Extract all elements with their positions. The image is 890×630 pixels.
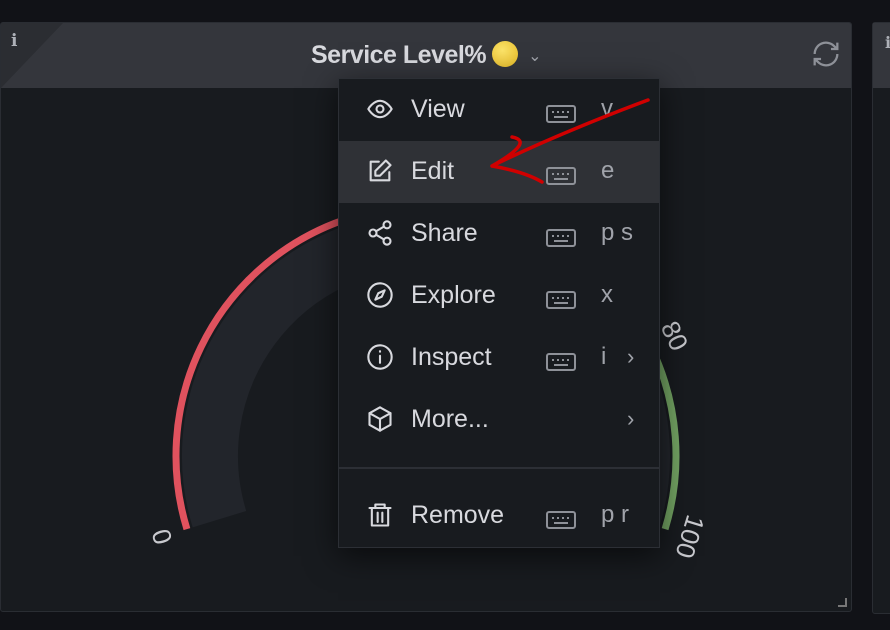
trash-icon: [368, 503, 392, 527]
menu-item-label: Edit: [411, 157, 455, 185]
menu-item-more[interactable]: More... ›: [339, 389, 659, 451]
resize-handle[interactable]: [838, 598, 847, 607]
shortcut-key: i: [601, 343, 607, 370]
edit-icon: [369, 159, 392, 182]
keyboard-icon: [546, 508, 576, 537]
shortcut-key: x: [601, 281, 613, 308]
menu-item-label: Remove: [411, 501, 505, 529]
menu-item-label: More...: [411, 405, 489, 433]
menu-divider: [339, 467, 659, 469]
yellow-circle-icon: [492, 41, 519, 67]
panel-context-menu: View v Edit e Share p s Explore x Inspect i › More.…: [338, 78, 660, 548]
keyboard-icon: [546, 350, 576, 379]
panel-title[interactable]: Service Level% ⌄: [1, 41, 851, 70]
menu-item-label: Explore: [411, 281, 496, 309]
chevron-right-icon: ›: [627, 406, 635, 431]
keyboard-icon: [546, 288, 576, 317]
gauge-tick-label: 0: [145, 525, 178, 548]
menu-item-view[interactable]: View v: [339, 79, 659, 141]
share-icon: [368, 220, 392, 246]
keyboard-icon: [546, 164, 576, 193]
menu-item-explore[interactable]: Explore x: [339, 265, 659, 327]
menu-item-label: View: [411, 95, 465, 123]
chevron-down-icon[interactable]: ⌄: [528, 46, 541, 66]
menu-item-label: Share: [411, 219, 478, 247]
gauge-tick-label: 80: [655, 316, 695, 355]
shortcut-key: v: [601, 95, 613, 122]
panel-title-text: Service Level%: [311, 41, 487, 69]
adjacent-panel: i: [872, 22, 890, 614]
menu-item-remove[interactable]: Remove p r: [339, 485, 659, 547]
keyboard-icon: [546, 226, 576, 255]
gauge-tick-label: 100: [669, 512, 710, 562]
chevron-right-icon: ›: [627, 344, 635, 369]
cube-icon: [368, 406, 392, 432]
compass-icon: [367, 282, 393, 308]
refresh-icon[interactable]: [809, 37, 843, 71]
info-circle-icon: [367, 344, 393, 370]
shortcut-key: p s: [601, 219, 634, 246]
info-icon[interactable]: i: [885, 33, 890, 52]
eye-icon: [367, 99, 393, 119]
menu-item-edit[interactable]: Edit e: [339, 141, 659, 203]
menu-item-label: Inspect: [411, 343, 492, 371]
menu-item-inspect[interactable]: Inspect i ›: [339, 327, 659, 389]
shortcut-key: p r: [601, 501, 630, 528]
shortcut-key: e: [601, 157, 615, 184]
menu-item-share[interactable]: Share p s: [339, 203, 659, 265]
keyboard-icon: [546, 102, 576, 131]
